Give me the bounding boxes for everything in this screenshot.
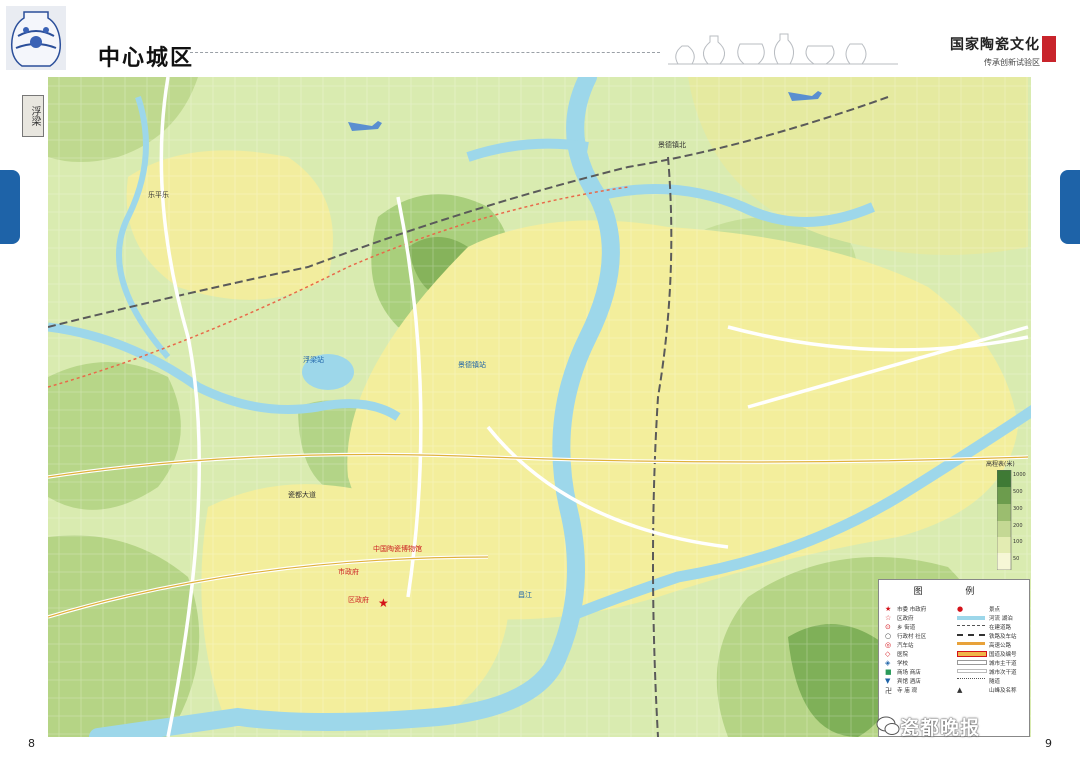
highway-icon bbox=[957, 642, 985, 645]
bus-icon: ◎ bbox=[885, 641, 892, 649]
header-divider bbox=[190, 52, 660, 53]
railway-icon bbox=[957, 634, 985, 638]
legend-item: 区政府 bbox=[897, 616, 914, 622]
map-label-govt: 市政府 bbox=[338, 567, 359, 576]
page-tab-left[interactable] bbox=[0, 170, 20, 244]
legend-item: 在建道路 bbox=[989, 625, 1012, 631]
brand-subtitle: 传承创新试验区 bbox=[984, 58, 1040, 67]
map-label-river: 昌江 bbox=[518, 591, 532, 599]
page-tab-right[interactable] bbox=[1060, 170, 1080, 244]
map-label-station: 浮梁站 bbox=[303, 355, 324, 364]
legend-item: 铁路及车站 bbox=[989, 634, 1017, 640]
elevation-level: 300 bbox=[1013, 506, 1023, 512]
brand-title: 国家陶瓷文化 bbox=[950, 37, 1040, 53]
legend-item: 河流 湖泊 bbox=[989, 616, 1013, 622]
elevation-level: 50 bbox=[1013, 556, 1019, 562]
circle-dot-icon: ⊙ bbox=[885, 623, 891, 631]
page-number-right: 9 bbox=[1045, 737, 1052, 750]
secondary-road-icon bbox=[957, 669, 987, 673]
elevation-title: 高程表(米) bbox=[986, 461, 1015, 468]
star-icon: ★ bbox=[885, 605, 892, 613]
legend-item: 商场 商店 bbox=[897, 670, 921, 676]
side-label: 浮梁 bbox=[22, 95, 44, 137]
legend-item: 景点 bbox=[989, 607, 1001, 613]
legend-item: 乡 街道 bbox=[897, 625, 916, 631]
legend-item: 国道及编号 bbox=[989, 652, 1017, 658]
tunnel-icon bbox=[957, 678, 985, 681]
hotel-icon: ▼ bbox=[885, 677, 891, 685]
scenic-icon: ● bbox=[957, 605, 964, 613]
legend-item: 医院 bbox=[897, 652, 909, 658]
legend-item: 寺 庙 观 bbox=[897, 688, 917, 694]
legend-item: 城市主干道 bbox=[989, 661, 1017, 667]
river-icon bbox=[957, 616, 985, 620]
map-label-place: 乐平乐 bbox=[148, 190, 169, 199]
temple-icon: 卍 bbox=[885, 687, 892, 695]
shop-icon: ■ bbox=[885, 668, 892, 676]
wechat-icon bbox=[876, 716, 900, 735]
vases-decoration-icon bbox=[668, 33, 898, 65]
watermark: 瓷都晚报 bbox=[900, 717, 981, 739]
legend-item: 宾馆 酒店 bbox=[897, 679, 921, 685]
star-outline-icon: ☆ bbox=[885, 614, 892, 622]
map-label-station: 景德镇北 bbox=[658, 140, 686, 149]
brand-block: 国家陶瓷文化 传承创新试验区 bbox=[950, 34, 1040, 68]
legend-item: 行政村 社区 bbox=[897, 634, 927, 640]
legend-item: 市委 市政府 bbox=[897, 607, 927, 613]
legend-item: 高速公路 bbox=[989, 643, 1012, 649]
map-label-govt: 区政府 bbox=[348, 595, 369, 604]
peak-icon: ▲ bbox=[957, 686, 963, 694]
elevation-level: 500 bbox=[1013, 489, 1023, 495]
elevation-level: 1000 bbox=[1013, 472, 1026, 478]
govt-star-icon: ★ bbox=[378, 596, 389, 610]
legend-item: 汽车站 bbox=[897, 643, 914, 649]
hospital-icon: ◇ bbox=[885, 650, 891, 658]
circle-icon: ○ bbox=[885, 632, 892, 640]
legend-item: 学校 bbox=[897, 661, 909, 667]
map-label-road: 瓷都大道 bbox=[288, 490, 316, 499]
page-number-left: 8 bbox=[28, 737, 35, 750]
main-road-icon bbox=[957, 660, 987, 665]
legend-title: 图 例 bbox=[913, 587, 995, 597]
elevation-level: 200 bbox=[1013, 523, 1023, 529]
road-construction-icon bbox=[957, 625, 985, 628]
red-seal-icon bbox=[1042, 36, 1056, 62]
elevation-level: 100 bbox=[1013, 539, 1023, 545]
national-road-icon bbox=[957, 651, 987, 657]
page-title: 中心城区 bbox=[98, 45, 195, 71]
legend-item: 隧道 bbox=[989, 679, 1001, 685]
map-label-station: 景德镇站 bbox=[458, 360, 486, 369]
map-label-poi: 中国陶瓷博物馆 bbox=[373, 544, 422, 553]
school-icon: ◈ bbox=[885, 659, 891, 667]
porcelain-vase-logo bbox=[6, 6, 66, 70]
legend-item: 山峰及名称 bbox=[989, 688, 1017, 694]
elevation-scale: 1000 500 300 200 100 50 bbox=[997, 470, 1026, 570]
legend-item: 城市次干道 bbox=[989, 670, 1017, 676]
